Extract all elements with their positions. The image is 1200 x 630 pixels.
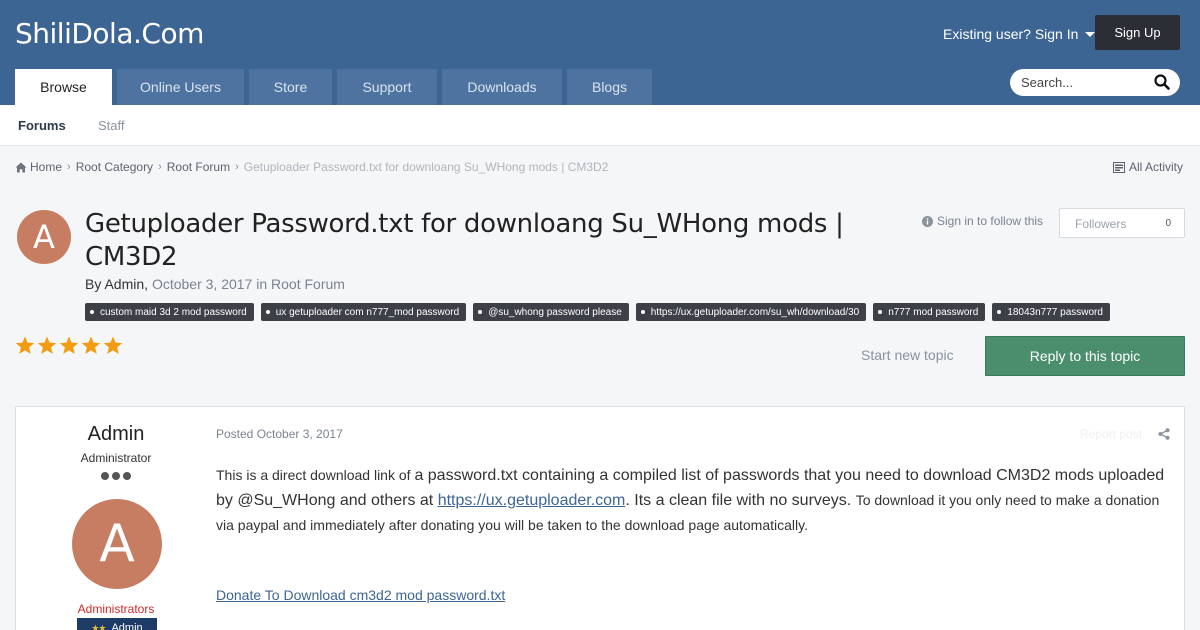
reply-to-topic-button[interactable]: Reply to this topic [985, 336, 1185, 376]
byline-forum[interactable]: Root Forum [271, 276, 345, 292]
all-activity-label: All Activity [1129, 160, 1184, 174]
tag[interactable]: custom maid 3d 2 mod password [85, 303, 254, 321]
avatar[interactable]: A [72, 499, 162, 589]
home-icon [15, 162, 27, 172]
topic-author-avatar[interactable]: A [17, 210, 71, 264]
search-icon[interactable] [1154, 74, 1170, 95]
breadcrumb: Home › Root Category › Root Forum › Getu… [15, 160, 608, 174]
donate-download-link[interactable]: Donate To Download cm3d2 mod password.tx… [216, 587, 505, 603]
sign-in-link[interactable]: Existing user? Sign In [943, 26, 1096, 42]
follow-label: Sign in to follow this [937, 214, 1044, 228]
site-logo-title[interactable]: ShiliDola.Com [15, 17, 204, 50]
info-icon [922, 215, 933, 227]
start-new-topic-button[interactable]: Start new topic [861, 347, 954, 363]
star-icon[interactable] [15, 336, 35, 355]
tag-list: custom maid 3d 2 mod password ux getuplo… [85, 303, 1110, 321]
share-icon[interactable] [1158, 427, 1170, 445]
chevron-right-icon: › [67, 161, 71, 173]
followers-button[interactable]: Followers 0 [1059, 208, 1185, 238]
subnav-forums[interactable]: Forums [18, 118, 66, 133]
group-badge: ★★ Admin [77, 618, 157, 630]
badge-label: Admin [111, 622, 143, 630]
tag[interactable]: ux getuploader com n777_mod password [260, 303, 467, 321]
badge-stars-icon: ★★ [91, 622, 106, 630]
chevron-right-icon: › [158, 161, 162, 173]
sign-in-label: Existing user? Sign In [943, 26, 1079, 42]
subnav-staff[interactable]: Staff [98, 118, 125, 133]
star-icon[interactable] [59, 336, 79, 355]
post-date: Posted October 3, 2017 [216, 427, 343, 441]
report-post-link[interactable]: Report post [1080, 427, 1142, 441]
post-body-part1: This is a direct download link of [216, 467, 415, 483]
main-content: Home › Root Category › Root Forum › Getu… [0, 146, 1200, 630]
tab-store[interactable]: Store [249, 69, 332, 105]
tag[interactable]: 18043n777 password [992, 303, 1110, 321]
topic-byline: By Admin, October 3, 2017 in Root Forum [85, 276, 345, 292]
followers-label: Followers [1075, 217, 1127, 231]
byline-by: By [85, 276, 102, 292]
search-box [1010, 69, 1180, 96]
byline-author[interactable]: Admin [104, 276, 144, 292]
post-author-role: Administrator [80, 451, 152, 465]
tab-online-users[interactable]: Online Users [117, 69, 244, 105]
star-icon[interactable] [81, 336, 101, 355]
tab-downloads[interactable]: Downloads [442, 69, 562, 105]
post-author-group: Administrators [77, 602, 155, 616]
search-input[interactable] [1021, 75, 1141, 90]
post: Admin Administrator A Administrators ★★ … [15, 406, 1185, 630]
caret-down-icon [1085, 32, 1096, 37]
byline-comma: , [144, 276, 149, 292]
tag[interactable]: @su_whong password please [473, 303, 629, 321]
all-activity-link[interactable]: All Activity [1113, 160, 1183, 174]
rank-pips-icon [101, 472, 131, 480]
star-icon[interactable] [103, 336, 123, 355]
followers-count: 0 [1165, 218, 1171, 229]
star-icon[interactable] [37, 336, 57, 355]
byline-date: October 3, 2017 [151, 276, 253, 292]
post-author-panel: Admin Administrator A Administrators ★★ … [16, 407, 216, 630]
tab-browse[interactable]: Browse [15, 69, 112, 105]
tag[interactable]: n777 mod password [873, 303, 986, 321]
byline-in: in [256, 276, 268, 292]
post-body-part3: . Its a clean file with no surveys. [625, 492, 856, 509]
chevron-right-icon: › [235, 161, 239, 173]
page-title: Getuploader Password.txt for downloang S… [85, 209, 844, 272]
star-rating[interactable] [15, 336, 123, 355]
tag[interactable]: https://ux.getuploader.com/su_wh/downloa… [635, 303, 867, 321]
activity-icon [1113, 161, 1125, 173]
breadcrumb-current: Getuploader Password.txt for downloang S… [243, 160, 609, 174]
post-body: This is a direct download link of a pass… [216, 463, 1166, 537]
sub-navigation: Forums Staff [0, 105, 1200, 146]
post-author-name[interactable]: Admin [16, 423, 216, 446]
post-body-link[interactable]: https://ux.getuploader.com [438, 492, 626, 509]
breadcrumb-root-forum[interactable]: Root Forum [167, 160, 230, 174]
breadcrumb-home[interactable]: Home [30, 160, 62, 174]
tab-support[interactable]: Support [337, 69, 437, 105]
follow-link[interactable]: Sign in to follow this [922, 214, 1043, 228]
tab-blogs[interactable]: Blogs [567, 69, 652, 105]
sign-up-button[interactable]: Sign Up [1095, 15, 1180, 50]
breadcrumb-root-category[interactable]: Root Category [76, 160, 153, 174]
site-header: ShiliDola.Com Existing user? Sign In Sig… [0, 0, 1200, 105]
